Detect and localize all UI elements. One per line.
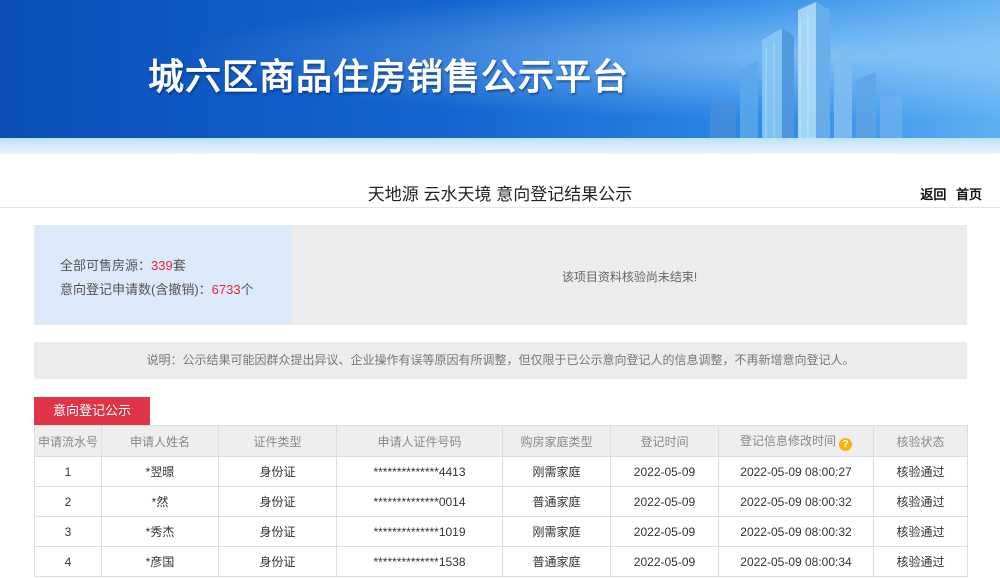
column-header: 登记时间: [610, 425, 719, 457]
disclaimer-note: 说明：公示结果可能因群众提出异议、企业操作有误等原因有所调整，但仅限于已公示意向…: [34, 342, 967, 379]
back-link[interactable]: 返回: [920, 187, 946, 202]
column-header: 核验状态: [873, 425, 968, 457]
available-units-stat: 全部可售房源：339套: [60, 255, 186, 274]
id-type-cell: 身份证: [218, 516, 337, 547]
site-title: 城六区商品住房销售公示平台: [148, 57, 630, 98]
serial-cell: 2: [34, 486, 102, 517]
column-header: 申请人姓名: [101, 425, 219, 457]
register-date-cell: 2022-05-09: [610, 456, 719, 487]
title-bar: 天地源 云水天境 意向登记结果公示 返回 首页: [0, 154, 1000, 208]
column-header-modified-time: 登记信息修改时间?: [718, 425, 874, 457]
table-header-row: 申请流水号 申请人姓名 证件类型 申请人证件号码 购房家庭类型 登记时间 登记信…: [34, 425, 968, 457]
question-circle-icon[interactable]: ?: [839, 437, 852, 451]
column-header: 证件类型: [218, 425, 337, 457]
applications-value: 6733: [211, 282, 241, 297]
page-title: 天地源 云水天境 意向登记结果公示: [367, 185, 633, 204]
available-units-label: 全部可售房源：: [60, 258, 152, 273]
table-row: 4 *彦国 身份证 **************1538 普通家庭 2022-0…: [34, 546, 968, 577]
home-link[interactable]: 首页: [956, 187, 982, 202]
serial-cell: 4: [34, 546, 102, 577]
city-skyline-illustration: [710, 2, 902, 138]
available-units-value: 339: [151, 258, 173, 273]
register-date-cell: 2022-05-09: [610, 516, 719, 547]
table-row: 2 *然 身份证 **************0014 普通家庭 2022-05…: [34, 486, 968, 517]
family-type-cell: 刚需家庭: [502, 516, 611, 547]
id-number-cell: **************4413: [336, 456, 503, 487]
available-units-unit: 套: [172, 258, 186, 273]
serial-cell: 3: [34, 516, 102, 547]
name-cell: *彦国: [101, 546, 219, 577]
status-cell: 核验通过: [873, 486, 968, 517]
applications-stat: 意向登记申请数(含撤销)：6733个: [60, 279, 254, 298]
applications-unit: 个: [240, 282, 254, 297]
family-type-cell: 普通家庭: [502, 486, 611, 517]
family-type-cell: 刚需家庭: [502, 456, 611, 487]
id-number-cell: **************1538: [336, 546, 503, 577]
status-cell: 核验通过: [873, 546, 968, 577]
banner-divider: [0, 138, 1000, 154]
name-cell: *翌暻: [101, 456, 219, 487]
nav-links: 返回 首页: [914, 184, 982, 203]
id-type-cell: 身份证: [218, 456, 337, 487]
id-type-cell: 身份证: [218, 486, 337, 517]
status-cell: 核验通过: [873, 456, 968, 487]
name-cell: *然: [101, 486, 219, 517]
modified-time-cell: 2022-05-09 08:00:27: [718, 456, 874, 487]
id-type-cell: 身份证: [218, 546, 337, 577]
register-date-cell: 2022-05-09: [610, 486, 719, 517]
column-header: 申请流水号: [34, 425, 102, 457]
modified-time-cell: 2022-05-09 08:00:32: [718, 486, 874, 517]
table-row: 1 *翌暻 身份证 **************4413 刚需家庭 2022-0…: [34, 456, 968, 487]
column-header: 申请人证件号码: [336, 425, 503, 457]
verification-status-message: 该项目资料核验尚未结束!: [561, 270, 698, 284]
registration-table: 申请流水号 申请人姓名 证件类型 申请人证件号码 购房家庭类型 登记时间 登记信…: [34, 425, 968, 577]
status-cell: 核验通过: [873, 516, 968, 547]
table-row: 3 *秀杰 身份证 **************1019 刚需家庭 2022-0…: [34, 516, 968, 547]
id-number-cell: **************1019: [336, 516, 503, 547]
header-banner: 城六区商品住房销售公示平台: [0, 0, 1000, 138]
summary-stats: 全部可售房源：339套 意向登记申请数(含撤销)：6733个: [34, 225, 292, 325]
id-number-cell: **************0014: [336, 486, 503, 517]
tab-intent-registration[interactable]: 意向登记公示: [34, 397, 150, 425]
modified-time-cell: 2022-05-09 08:00:32: [718, 516, 874, 547]
applications-label: 意向登记申请数(含撤销)：: [60, 282, 212, 297]
family-type-cell: 普通家庭: [502, 546, 611, 577]
name-cell: *秀杰: [101, 516, 219, 547]
summary-panel: 全部可售房源：339套 意向登记申请数(含撤销)：6733个 该项目资料核验尚未…: [34, 225, 967, 325]
serial-cell: 1: [34, 456, 102, 487]
column-header: 购房家庭类型: [502, 425, 611, 457]
register-date-cell: 2022-05-09: [610, 546, 719, 577]
column-header-label: 登记信息修改时间: [739, 433, 836, 448]
modified-time-cell: 2022-05-09 08:00:34: [718, 546, 874, 577]
